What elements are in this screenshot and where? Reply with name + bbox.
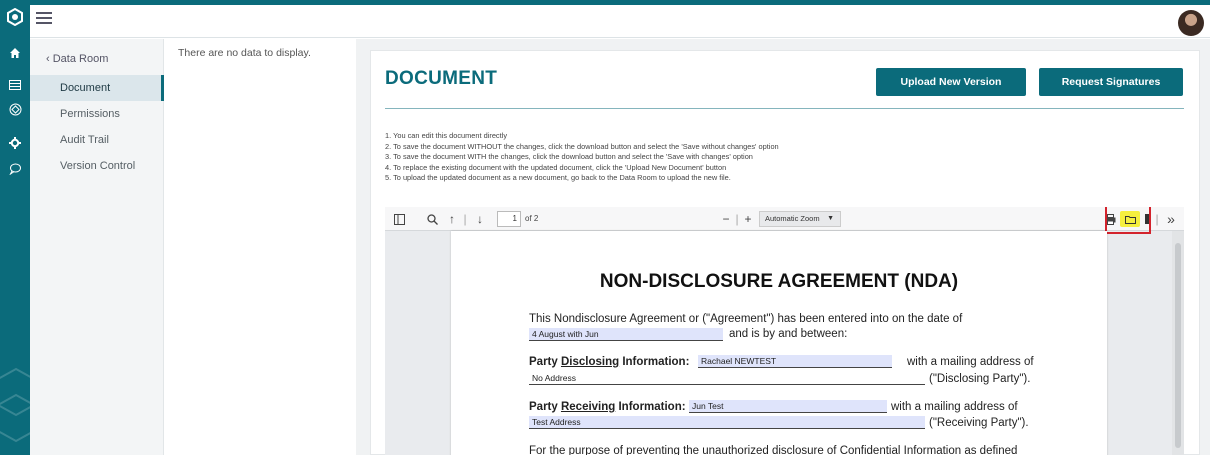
zoom-select[interactable]: Automatic Zoom ▼ xyxy=(759,211,841,227)
disclosing-label-prefix: Party xyxy=(529,356,561,368)
page-count: of 2 xyxy=(525,214,539,223)
search-icon[interactable] xyxy=(425,211,439,227)
instruction-item: 3. To save the document WITH the changes… xyxy=(385,152,753,162)
request-signatures-button[interactable]: Request Signatures xyxy=(1039,68,1183,96)
receiving-label-word: Receiving xyxy=(560,401,616,413)
sidebar-item-audit-trail[interactable]: Audit Trail xyxy=(30,127,164,153)
table-icon[interactable] xyxy=(0,74,30,96)
receiving-label: Party Receiving Information: xyxy=(529,401,686,413)
next-page-arrow-icon[interactable]: ↓ xyxy=(473,211,487,227)
toolbar-separator: | xyxy=(1155,212,1159,226)
toolbar-separator: | xyxy=(735,212,739,226)
disclosing-mailing-text: with a mailing address of xyxy=(907,356,1034,368)
pdf-toolbar: ↑ | ↓ 1 of 2 − | + Automatic Zoom ▼ | » xyxy=(385,207,1184,231)
instruction-item: 2. To save the document WITHOUT the chan… xyxy=(385,141,779,151)
box-icon[interactable] xyxy=(0,98,30,120)
nda-purpose-text: For the purpose of preventing the unauth… xyxy=(529,445,1018,455)
receiving-name-field[interactable]: Jun Test xyxy=(689,400,887,413)
nda-intro-text: This Nondisclosure Agreement or ("Agreem… xyxy=(529,313,963,325)
receiving-party-text: ("Receiving Party"). xyxy=(929,417,1029,429)
toolbar-separator: | xyxy=(463,212,467,226)
disclosing-party-text: ("Disclosing Party"). xyxy=(929,373,1031,385)
instruction-item: 4. To replace the existing document with… xyxy=(385,162,727,172)
home-icon[interactable] xyxy=(0,42,30,64)
receiving-mailing-text: with a mailing address of xyxy=(891,401,1018,413)
user-avatar[interactable] xyxy=(1178,10,1204,36)
zoom-out-icon[interactable]: − xyxy=(719,211,733,227)
receiving-label-prefix: Party xyxy=(529,401,561,413)
upload-new-version-button[interactable]: Upload New Version xyxy=(876,68,1026,96)
receiving-label-suffix: Information: xyxy=(615,401,686,413)
disclosing-name-field[interactable]: Rachael NEWTEST xyxy=(698,355,892,368)
more-tools-chevron-icon[interactable]: » xyxy=(1163,211,1179,227)
back-to-data-room-link[interactable]: ‹ Data Room xyxy=(46,53,108,65)
empty-state-text: There are no data to display. xyxy=(178,47,311,59)
chat-bubble-icon[interactable] xyxy=(0,158,30,180)
sidebar-toggle-icon[interactable] xyxy=(391,211,407,227)
disclosing-label-suffix: Information: xyxy=(619,356,690,368)
sidebar-item-permissions[interactable]: Permissions xyxy=(30,101,164,127)
pdf-scrollbar[interactable] xyxy=(1172,231,1184,455)
file-list-panel: There are no data to display. xyxy=(164,39,356,455)
top-bar xyxy=(30,0,1210,38)
disclosing-address-field[interactable]: No Address xyxy=(529,372,925,385)
sidebar: ‹ Data Room Document Permissions Audit T… xyxy=(30,39,164,455)
instructions-list: 1. You can edit this document directly 2… xyxy=(385,131,779,184)
hamburger-menu-icon[interactable] xyxy=(36,12,52,26)
gear-icon[interactable] xyxy=(0,132,30,154)
receiving-address-field[interactable]: Test Address xyxy=(529,416,925,429)
zoom-in-icon[interactable]: + xyxy=(741,211,755,227)
icon-rail xyxy=(0,0,35,455)
instruction-item: 5. To upload the updated document as a n… xyxy=(385,173,731,183)
title-divider xyxy=(385,108,1184,109)
pdf-viewer: ↑ | ↓ 1 of 2 − | + Automatic Zoom ▼ | » … xyxy=(385,207,1184,455)
sidebar-item-document[interactable]: Document xyxy=(30,75,164,101)
page-title: DOCUMENT xyxy=(385,68,498,89)
instruction-item: 1. You can edit this document directly xyxy=(385,131,508,140)
logo-icon[interactable] xyxy=(0,0,30,34)
previous-page-arrow-icon[interactable]: ↑ xyxy=(445,211,459,227)
pdf-page: NON-DISCLOSURE AGREEMENT (NDA) This Nond… xyxy=(451,231,1107,455)
chevron-down-icon: ▼ xyxy=(827,215,834,222)
nda-title: NON-DISCLOSURE AGREEMENT (NDA) xyxy=(599,271,959,292)
disclosing-label: Party Disclosing Information: xyxy=(529,356,689,368)
zoom-value: Automatic Zoom xyxy=(765,214,820,223)
scrollbar-thumb[interactable] xyxy=(1175,243,1181,448)
app-window: ‹ Data Room Document Permissions Audit T… xyxy=(0,0,1210,455)
sidebar-item-version-control[interactable]: Version Control xyxy=(30,153,164,179)
document-card: DOCUMENT Upload New Version Request Sign… xyxy=(370,50,1200,455)
annotation-highlight-box xyxy=(1105,207,1151,234)
date-field[interactable]: 4 August with Jun xyxy=(529,328,723,341)
disclosing-label-word: Disclosing xyxy=(560,356,620,368)
page-number-input[interactable]: 1 xyxy=(497,211,521,227)
nda-intro-end-text: and is by and between: xyxy=(729,328,848,340)
